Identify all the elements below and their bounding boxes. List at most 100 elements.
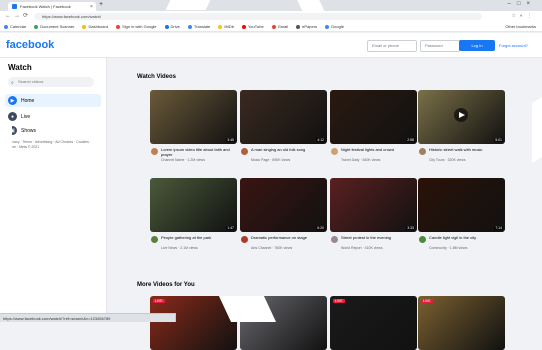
login-button[interactable]: Log In [459, 40, 495, 51]
avatar[interactable] [241, 148, 248, 155]
video-channel[interactable]: Channel Name · 1.2M views [161, 158, 237, 167]
video-channel[interactable]: City Tours · 320K views [429, 158, 505, 167]
bookmark-label: Google [331, 24, 344, 29]
video-duration: 5:01 [494, 138, 503, 142]
play-icon[interactable] [454, 108, 468, 122]
bookmark-item[interactable]: Translate [187, 24, 210, 29]
video-duration: 3:33 [406, 226, 415, 230]
video-card[interactable]: 4:12 A man singing an old folk song Music … [240, 90, 327, 177]
video-card[interactable]: 1:47 People gathering at the park Live New… [150, 178, 237, 265]
video-thumbnail[interactable]: 6:20 [240, 178, 327, 232]
video-thumbnail[interactable]: LIVE [330, 296, 417, 350]
avatar[interactable] [331, 236, 338, 243]
bookmark-item[interactable]: IMDb [218, 24, 234, 29]
url-input[interactable]: https://www.facebook.com/watch/ [34, 13, 482, 20]
video-duration: 3:45 [226, 138, 235, 142]
bookmark-label: Drive [170, 24, 180, 29]
video-title[interactable]: Night festival lights and crowd [341, 147, 417, 157]
search-icon: ⌕ [11, 80, 14, 86]
video-thumbnail[interactable]: 7:14 [418, 178, 505, 232]
sidebar-footer: Privacy · Terms · Advertising · Ad Choic… [8, 140, 91, 149]
avatar[interactable] [331, 148, 338, 155]
sidebar-item-shows[interactable]: ▣ Shows [5, 124, 101, 137]
bookmark-label: Gmail [277, 24, 289, 29]
forgot-account-link[interactable]: Forgot account? [499, 43, 528, 48]
section-title: More Videos for You [137, 282, 195, 288]
video-card[interactable]: 5:01 Historic street walk with music City … [418, 90, 505, 177]
avatar[interactable] [151, 148, 158, 155]
video-duration: 7:14 [494, 226, 503, 230]
avatar[interactable] [419, 236, 426, 243]
video-duration: 1:47 [226, 226, 235, 230]
video-title[interactable]: Dramatic performance on stage [251, 235, 327, 245]
video-thumbnail[interactable]: 3:45 [150, 90, 237, 144]
avatar[interactable] [241, 236, 248, 243]
video-channel[interactable]: Live News · 2.1M views [161, 246, 237, 255]
live-icon: ● [8, 112, 17, 121]
video-thumbnail[interactable]: 1:47 [150, 178, 237, 232]
facebook-logo[interactable]: facebook [6, 39, 54, 51]
video-thumbnail[interactable]: 3:33 [330, 178, 417, 232]
sidebar-item-label: Live [21, 113, 31, 120]
live-badge: LIVE [333, 299, 345, 303]
avatar[interactable] [151, 236, 158, 243]
video-thumbnail[interactable]: 2:58 [330, 90, 417, 144]
live-badge: LIVE [421, 299, 433, 303]
bookmark-item[interactable]: YouTube [241, 24, 264, 29]
video-title[interactable]: Historic street walk with music [429, 147, 505, 157]
video-thumbnail[interactable]: 5:01 [418, 90, 505, 144]
video-channel[interactable]: Music Page · 890K views [251, 158, 327, 167]
other-bookmarks[interactable]: Other bookmarks [505, 24, 536, 29]
sidebar-item-live[interactable]: ● Live [5, 110, 101, 123]
video-channel[interactable]: Community · 1.8M views [429, 246, 505, 255]
video-card[interactable]: LIVE [418, 296, 505, 350]
video-card[interactable]: 7:14 Candle light vigil in the city Commun… [418, 178, 505, 265]
bookmark-icon [82, 24, 87, 29]
video-card[interactable]: 6:20 Dramatic performance on stage Arts Ch… [240, 178, 327, 265]
avatar[interactable] [419, 148, 426, 155]
video-card[interactable]: LIVE [330, 296, 417, 350]
bookmark-item[interactable]: Gmail [271, 24, 289, 29]
password-field[interactable]: Password [420, 40, 460, 52]
email-field[interactable]: Email or phone [367, 40, 417, 52]
video-card[interactable]: 3:45 Lorem ipsum video title about faith … [150, 90, 237, 177]
video-title[interactable]: People gathering at the park [161, 235, 237, 245]
image-overlay-shape [532, 97, 542, 163]
sidebar-search-input[interactable]: ⌕ Search videos [8, 77, 94, 87]
tab-title: Facebook Watch | Facebook [20, 4, 71, 9]
bookmark-icon [187, 24, 192, 29]
video-channel[interactable]: World Report · 410K views [341, 246, 417, 255]
sidebar-item-label: Shows [21, 127, 37, 134]
video-card[interactable]: 2:58 Night festival lights and crowd Trave… [330, 90, 417, 177]
video-thumbnail[interactable]: LIVE [418, 296, 505, 350]
video-title[interactable]: Candle light vigil in the city [429, 235, 505, 245]
section-title: Watch Videos [137, 74, 177, 80]
video-card[interactable]: 3:33 Street protest in the evening World R… [330, 178, 417, 265]
browser-tab[interactable]: Facebook Watch | Facebook × [8, 2, 96, 11]
bookmark-item[interactable]: Google [325, 24, 344, 29]
video-thumbnail[interactable]: 4:12 [240, 90, 327, 144]
extension-icons[interactable]: ☆◐⋮ [511, 13, 536, 19]
new-tab-icon[interactable]: + [99, 1, 103, 8]
bookmark-icon [296, 24, 301, 29]
window-controls[interactable]: –□× [508, 1, 536, 7]
bookmark-label: YouTube [247, 24, 264, 29]
bookmark-item[interactable]: Document Scanner [34, 24, 74, 29]
bookmark-item[interactable]: ePapers [296, 24, 317, 29]
video-channel[interactable]: Arts Channel · 760K views [251, 246, 327, 255]
bookmark-label: Dashboard [88, 24, 109, 29]
video-title[interactable]: Lorem ipsum video title about faith and … [161, 147, 237, 157]
video-channel[interactable]: Travel Daily · 540K views [341, 158, 417, 167]
bookmark-item[interactable]: Drive [164, 24, 180, 29]
nav-buttons[interactable]: ←→⟳ [5, 12, 31, 19]
bookmarks-bar: Calendar Document Scanner Dashboard Sign in… [0, 22, 542, 32]
live-badge: LIVE [153, 299, 165, 303]
bookmark-label: ePapers [302, 24, 318, 29]
video-title[interactable]: A man singing an old folk song [251, 147, 327, 157]
video-title[interactable]: Street protest in the evening [341, 235, 417, 245]
bookmark-item[interactable]: Calendar [4, 24, 26, 29]
close-tab-icon[interactable]: × [90, 4, 93, 10]
sidebar-item-home[interactable]: ▶ Home [5, 94, 101, 107]
bookmark-item[interactable]: Dashboard [82, 24, 108, 29]
bookmark-item[interactable]: Sign in with Google [116, 24, 157, 29]
